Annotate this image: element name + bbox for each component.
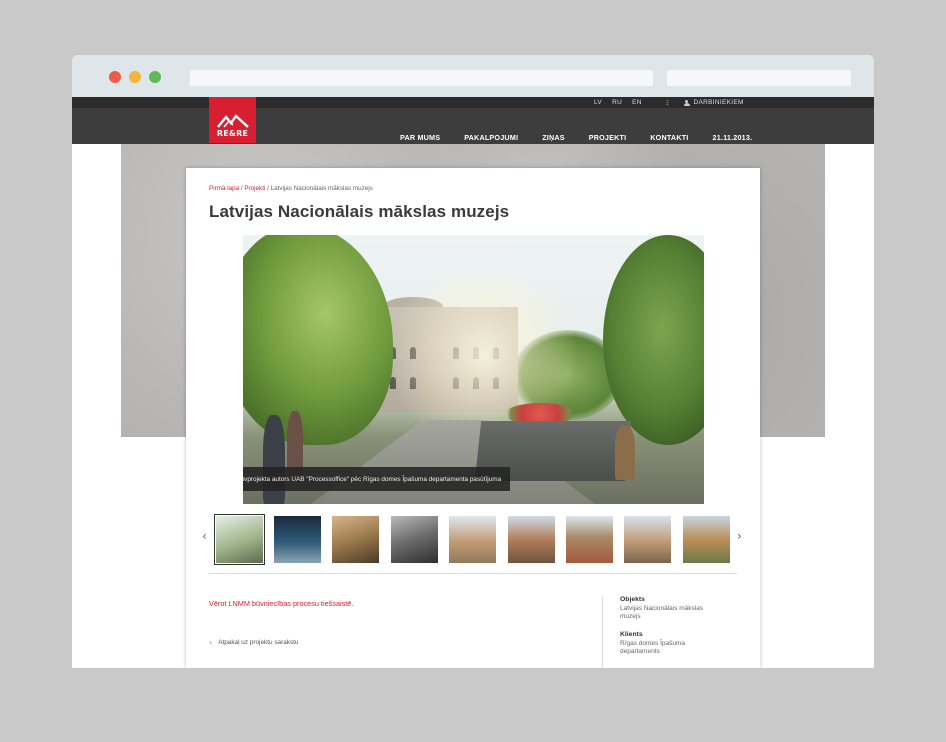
photo-caption: Foto: Būvprojekta autors UAB "Processoff… <box>243 467 510 491</box>
logo-mountains-icon <box>216 114 249 128</box>
thumbnail-1[interactable] <box>214 514 265 565</box>
top-utility-bar: LV RU EN ﾐ DARBINIEKIEM <box>72 97 874 108</box>
content-card: Pirmā lapa / Projekti / Latvijas Nacionā… <box>186 168 760 668</box>
lang-lv[interactable]: LV <box>594 99 602 106</box>
thumbnail-4[interactable] <box>391 516 438 563</box>
back-link-label: Atpakaļ uz projektu sarakstu <box>218 639 299 646</box>
nav-par-mums[interactable]: PAR MUMS <box>400 133 440 142</box>
back-to-projects-link[interactable]: ‹ Atpakaļ uz projektu sarakstu <box>209 638 298 647</box>
website: LV RU EN ﾐ DARBINIEKIEM PAR MUMS PAKALPO… <box>72 97 874 668</box>
thumbnail-3[interactable] <box>332 516 379 563</box>
nav-projekti[interactable]: PROJEKTI <box>589 133 627 142</box>
header-date: 21.11.2013. <box>712 132 753 142</box>
thumbnail-9[interactable] <box>683 516 730 563</box>
minimize-window-button[interactable] <box>129 71 141 83</box>
thumbnail-7[interactable] <box>566 516 613 563</box>
sidebar-label-client: Klients <box>620 631 643 639</box>
breadcrumb-projects[interactable]: Projekti <box>244 185 265 192</box>
site-logo[interactable]: RE&RE <box>209 97 256 143</box>
sidebar-label-object: Objekts <box>620 596 645 603</box>
address-bar[interactable] <box>190 70 653 86</box>
thumbnail-carousel: ‹ › <box>202 514 744 566</box>
thumbnail-5[interactable] <box>449 516 496 563</box>
main-project-photo: Foto: Būvprojekta autors UAB "Processoff… <box>243 235 704 504</box>
nav-kontakti[interactable]: KONTAKTI <box>650 133 688 142</box>
sidebar-value-client: Rīgas domes Īpašuma departaments <box>620 640 686 656</box>
logo-text: RE&RE <box>216 129 249 138</box>
thumbnail-6[interactable] <box>508 516 555 563</box>
live-stream-link[interactable]: Vērot LNMM būvniecības procesu tiešsaist… <box>209 599 353 608</box>
sidebar-value-object: Latvijas Nacionālais mākslas muzejs <box>620 605 704 621</box>
browser-search-bar[interactable] <box>667 70 851 86</box>
language-switcher: LV RU EN ﾐ DARBINIEKIEM <box>594 97 744 108</box>
nav-zinas[interactable]: ZIŅAS <box>542 133 565 142</box>
maximize-window-button[interactable] <box>149 71 161 83</box>
carousel-next-arrow[interactable]: › <box>737 529 742 543</box>
lang-en[interactable]: EN <box>632 99 642 106</box>
chevron-left-icon: ‹ <box>209 638 213 647</box>
lang-ru[interactable]: RU <box>612 99 622 106</box>
project-info-sidebar: Objekts Latvijas Nacionālais mākslas muz… <box>602 596 722 668</box>
nav-pakalpojumi[interactable]: PAKALPOJUMI <box>464 133 518 142</box>
main-navbar: PAR MUMS PAKALPOJUMI ZIŅAS PROJEKTI KONT… <box>72 108 874 144</box>
employees-label: DARBINIEKIEM <box>693 99 744 106</box>
carousel-prev-arrow[interactable]: ‹ <box>202 529 207 543</box>
breadcrumb-current: Latvijas Nacionālais mākslas muzejs <box>270 185 373 192</box>
employees-link[interactable]: DARBINIEKIEM <box>683 99 744 106</box>
rss-icon[interactable]: ﾐ <box>666 98 670 108</box>
browser-window: LV RU EN ﾐ DARBINIEKIEM PAR MUMS PAKALPO… <box>72 55 874 668</box>
close-window-button[interactable] <box>109 71 121 83</box>
breadcrumb-home[interactable]: Pirmā lapa <box>209 185 239 192</box>
page-title: Latvijas Nacionālais mākslas muzejs <box>209 202 510 221</box>
breadcrumb: Pirmā lapa / Projekti / Latvijas Nacionā… <box>209 185 373 192</box>
section-divider <box>209 573 737 574</box>
browser-toolbar <box>72 55 874 97</box>
thumbnail-2[interactable] <box>274 516 321 563</box>
thumbnail-8[interactable] <box>624 516 671 563</box>
user-icon <box>683 99 690 106</box>
